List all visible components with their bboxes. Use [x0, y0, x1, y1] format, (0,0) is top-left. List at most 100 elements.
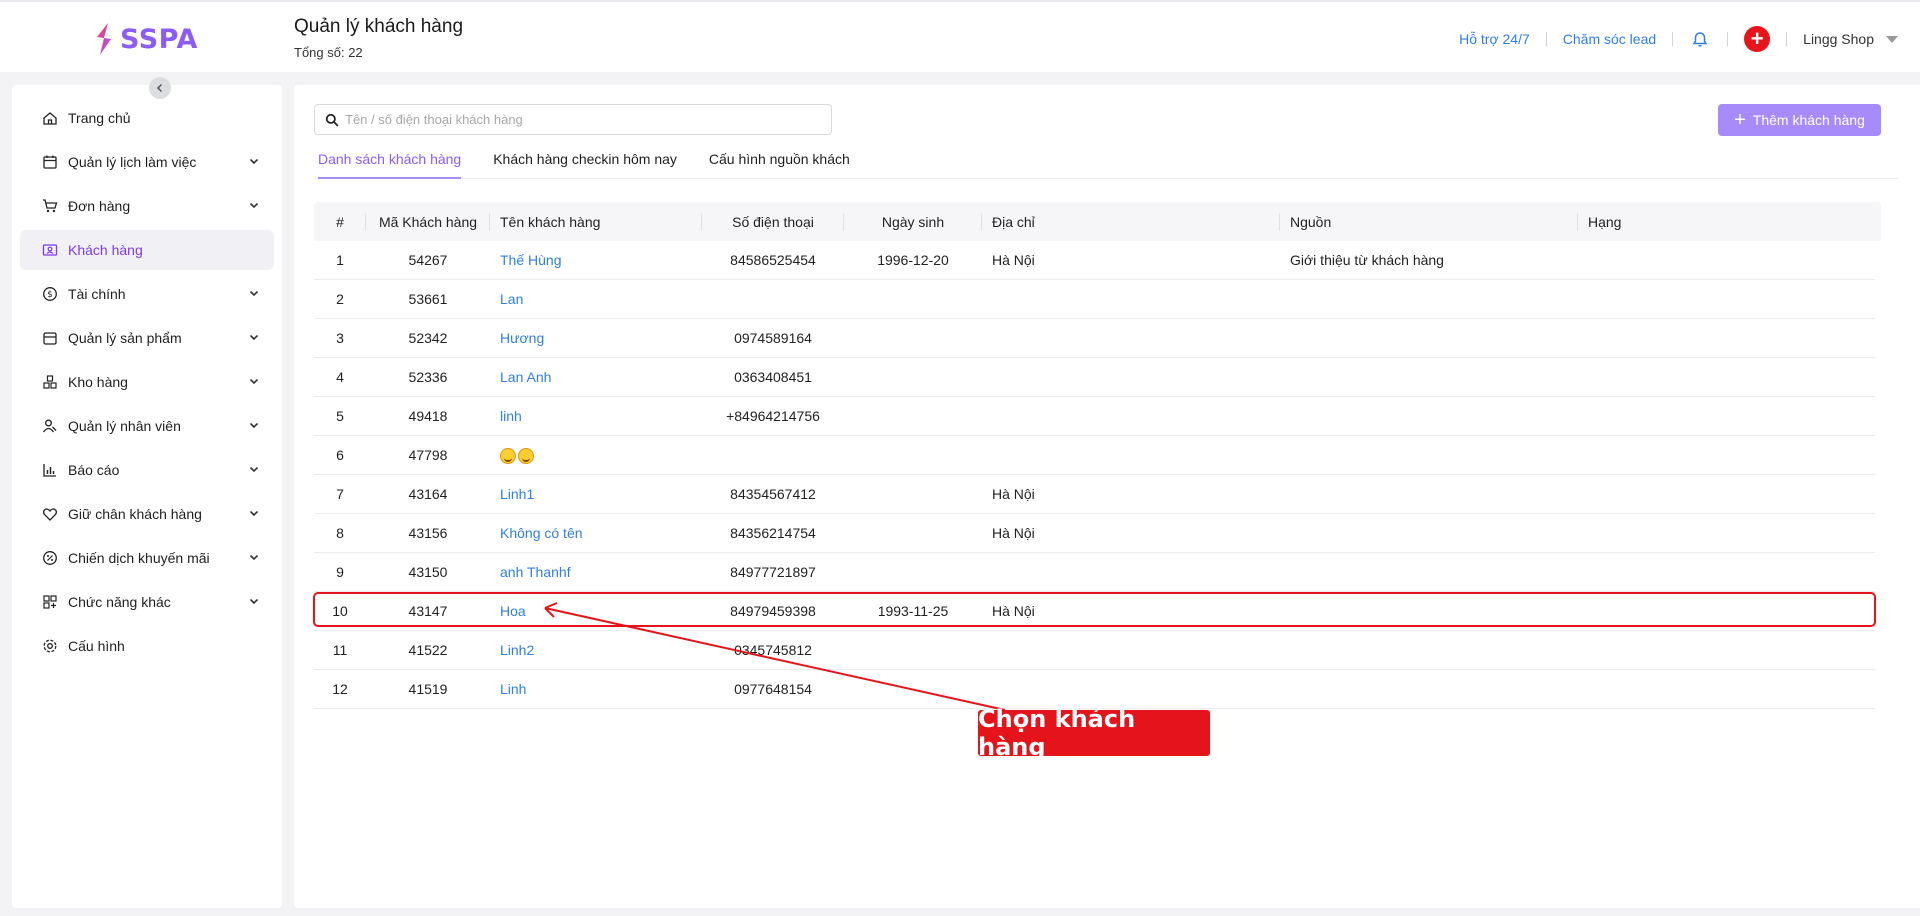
customer-name-link[interactable]: Lan [500, 291, 523, 307]
app-logo[interactable]: SSPA [94, 22, 198, 56]
customer-name-link[interactable]: anh Thanhf [500, 564, 571, 580]
table-header: # Mã Khách hàng Tên khách hàng Số điện t… [314, 202, 1881, 241]
cell-phone: 0977648154 [734, 681, 812, 697]
chevron-down-icon [248, 330, 260, 346]
bar-chart-icon [42, 462, 68, 478]
cell-index: 10 [332, 603, 348, 619]
customer-name-link[interactable]: Linh2 [500, 642, 534, 658]
sidebar-item-6[interactable]: Kho hàng [20, 362, 274, 402]
sidebar-item-5[interactable]: Quản lý sản phẩm [20, 318, 274, 358]
cell-address: Hà Nội [992, 486, 1035, 502]
cell-name[interactable]: Hương [490, 330, 702, 346]
sidebar-item-10[interactable]: Chiến dịch khuyến mãi [20, 538, 274, 578]
table-row[interactable]: 4 52336 Lan Anh 0363408451 [314, 358, 1875, 397]
customer-name-link[interactable]: Không có tên [500, 525, 583, 541]
cell-code: 47798 [408, 447, 448, 463]
collapse-sidebar-button[interactable] [149, 77, 171, 99]
col-rank: Hạng [1588, 213, 1622, 230]
table-row[interactable]: 7 43164 Linh1 84354567412 Hà Nội [314, 475, 1875, 514]
bell-icon[interactable] [1689, 28, 1711, 50]
table-row[interactable]: 11 41522 Linh2 0345745812 [314, 631, 1875, 670]
table-row[interactable]: 1 54267 Thế Hùng 84586525454 1996-12-20 Hà Nộ… [314, 241, 1875, 280]
table-row[interactable]: 12 41519 Linh 0977648154 [314, 670, 1875, 709]
home-icon [42, 110, 68, 126]
table-row[interactable]: 3 52342 Hương 0974589164 [314, 319, 1875, 358]
table-row[interactable]: 8 43156 Không có tên 84356214754 Hà Nội [314, 514, 1875, 553]
sidebar-item-0[interactable]: Trang chủ [20, 98, 274, 138]
cell-code: 49418 [408, 408, 448, 424]
cell-name[interactable]: Linh1 [490, 486, 702, 502]
search-box[interactable] [314, 104, 832, 135]
sidebar-menu: Trang chủ Quản lý lịch làm việc Đơn hàng Kh… [20, 98, 274, 670]
cell-phone: 0363408451 [734, 369, 812, 385]
cell-name[interactable]: linh [490, 408, 702, 424]
cell-name[interactable]: Thế Hùng [490, 252, 702, 268]
cell-index: 4 [336, 369, 344, 385]
customer-name-link[interactable]: Hương [500, 330, 544, 346]
sidebar-item-7[interactable]: Quản lý nhân viên [20, 406, 274, 446]
staff-icon [42, 418, 68, 434]
table-row[interactable]: 5 49418 linh +84964214756 [314, 397, 1875, 436]
cell-source: Giới thiệu từ khách hàng [1290, 252, 1444, 268]
support-link[interactable]: Hỗ trợ 24/7 [1459, 31, 1530, 47]
shop-selector[interactable]: Lingg Shop [1803, 31, 1874, 47]
cell-index: 9 [336, 564, 344, 580]
sidebar-item-label: Trang chủ [68, 110, 131, 126]
divider [1672, 32, 1674, 46]
sidebar-item-8[interactable]: Báo cáo [20, 450, 274, 490]
cell-name[interactable]: anh Thanhf [490, 564, 702, 580]
cell-name[interactable]: Không có tên [490, 525, 702, 541]
add-customer-label: Thêm khách hàng [1752, 112, 1865, 128]
customer-name-link[interactable]: Linh1 [500, 486, 534, 502]
cell-code: 52336 [408, 369, 448, 385]
cell-dob: 1993-11-25 [877, 603, 949, 619]
heart-icon [42, 506, 68, 522]
cell-index: 11 [332, 642, 348, 658]
lead-care-link[interactable]: Chăm sóc lead [1563, 31, 1656, 47]
sidebar-item-3[interactable]: Khách hàng [20, 230, 274, 270]
cell-phone: 84354567412 [730, 486, 816, 502]
customer-name-link[interactable]: Linh [500, 681, 526, 697]
logo-icon [97, 23, 111, 55]
add-customer-button[interactable]: + Thêm khách hàng [1718, 104, 1881, 136]
table-row[interactable]: 9 43150 anh Thanhf 84977721897 [314, 553, 1875, 592]
box-icon [42, 330, 68, 346]
table-row[interactable]: 10 43147 Hoa 84979459398 1993-11-25 Hà Nội [314, 592, 1875, 631]
cell-name[interactable]: Linh2 [490, 642, 702, 658]
cell-name[interactable]: Hoa [490, 603, 702, 619]
customer-name-link[interactable]: Lan Anh [500, 369, 551, 385]
cell-code: 41522 [408, 642, 448, 658]
table-row[interactable]: 6 47798 [314, 436, 1875, 475]
sidebar-item-1[interactable]: Quản lý lịch làm việc [20, 142, 274, 182]
cell-name[interactable] [490, 446, 702, 464]
table-body: 1 54267 Thế Hùng 84586525454 1996-12-20 Hà Nộ… [314, 241, 1881, 709]
plus-circle-icon[interactable]: + [1744, 26, 1771, 52]
sidebar-item-12[interactable]: Cấu hình [20, 626, 274, 666]
divider [1727, 32, 1729, 46]
cell-name[interactable]: Lan Anh [490, 369, 702, 385]
sidebar-item-label: Quản lý lịch làm việc [68, 154, 197, 170]
chevron-left-icon [156, 83, 163, 93]
tab-customer-list[interactable]: Danh sách khách hàng [318, 151, 462, 179]
cell-name[interactable]: Lan [490, 291, 702, 307]
search-input[interactable] [345, 112, 815, 127]
sidebar-item-9[interactable]: Giữ chân khách hàng [20, 494, 274, 534]
cell-name[interactable]: Linh [490, 681, 702, 697]
tab-source-config[interactable]: Cấu hình nguồn khách [709, 151, 850, 179]
discount-icon [42, 550, 68, 566]
customer-name-link[interactable]: linh [500, 408, 522, 424]
sidebar-item-label: Chiến dịch khuyến mãi [68, 550, 210, 566]
customer-name-link[interactable]: Hoa [500, 603, 526, 619]
cell-phone: 84586525454 [730, 252, 816, 268]
table-row[interactable]: 2 53661 Lan [314, 280, 1875, 319]
chevron-down-icon [248, 550, 260, 566]
cell-address: Hà Nội [992, 525, 1035, 541]
total-count: Tổng số: 22 [294, 45, 363, 60]
sidebar-item-4[interactable]: $ Tài chính [20, 274, 274, 314]
sidebar-item-11[interactable]: Chức năng khác [20, 582, 274, 622]
customer-name-link[interactable]: Thế Hùng [500, 252, 561, 268]
tab-checkin-today[interactable]: Khách hàng checkin hôm nay [493, 151, 677, 179]
chevron-down-icon [248, 418, 260, 434]
caret-down-icon[interactable] [1886, 35, 1898, 43]
sidebar-item-2[interactable]: Đơn hàng [20, 186, 274, 226]
